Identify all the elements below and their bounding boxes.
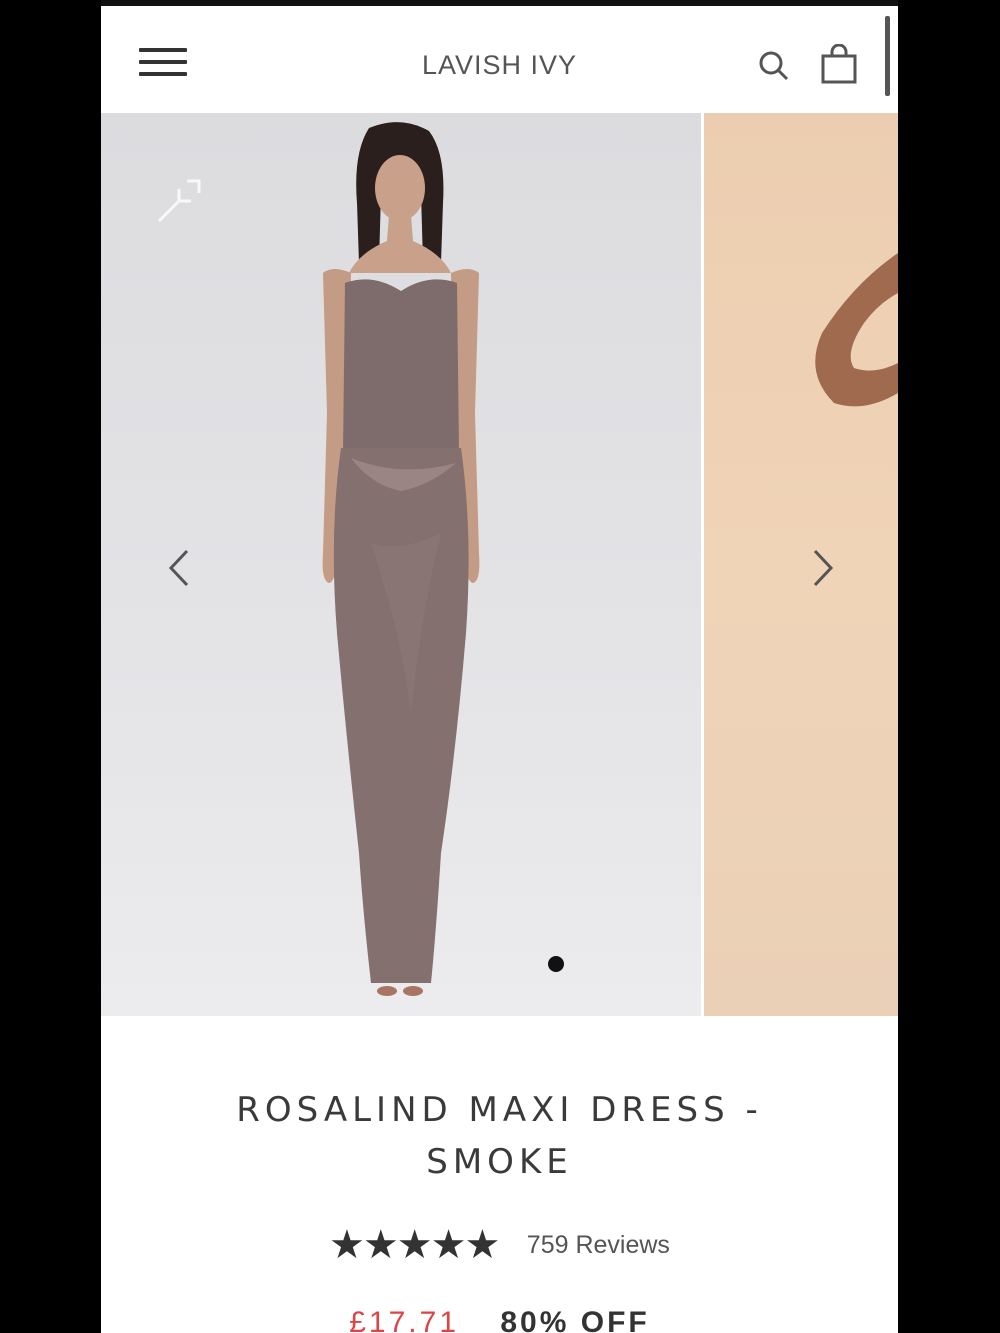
carousel-indicator-dot[interactable] bbox=[548, 956, 564, 972]
product-title-line1: ROSALIND MAXI DRESS - bbox=[236, 1090, 763, 1130]
product-title-line2: SMOKE bbox=[426, 1142, 573, 1182]
discount-badge: 80% OFF bbox=[500, 1306, 650, 1333]
sale-price: £17.71 bbox=[349, 1306, 460, 1333]
zoom-icon[interactable] bbox=[149, 171, 209, 231]
product-rating[interactable]: ★★★★★ 759 Reviews bbox=[101, 1222, 898, 1272]
reviews-link[interactable]: 759 Reviews bbox=[527, 1231, 670, 1260]
rating-stars: ★★★★★ bbox=[329, 1223, 500, 1267]
chevron-right-icon[interactable] bbox=[803, 543, 843, 593]
price-row: £17.71 80% OFF bbox=[101, 1306, 898, 1333]
product-photo-partial bbox=[815, 253, 898, 407]
shopping-bag-icon[interactable] bbox=[819, 44, 859, 84]
site-header: LAVISH IVY bbox=[101, 0, 898, 119]
search-icon[interactable] bbox=[756, 48, 792, 84]
mobile-viewport: LAVISH IVY ROSALIND MAXI DRESS - SMOKE ★… bbox=[101, 0, 898, 1333]
scrollbar[interactable] bbox=[885, 16, 890, 96]
product-image-gallery[interactable] bbox=[101, 113, 898, 1016]
product-title: ROSALIND MAXI DRESS - SMOKE bbox=[101, 1084, 898, 1188]
chevron-left-icon[interactable] bbox=[159, 543, 199, 593]
